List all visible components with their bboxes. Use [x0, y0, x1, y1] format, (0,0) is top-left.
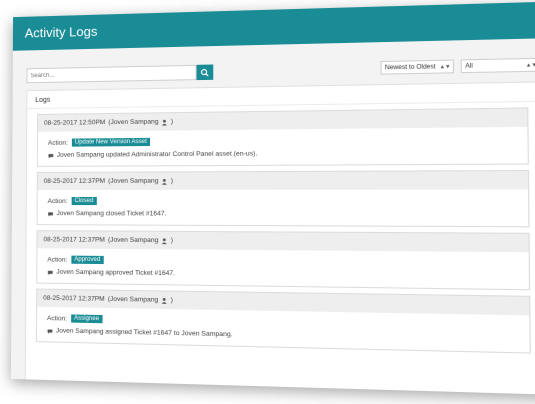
log-datetime: 08-25-2017 12:50PM [44, 119, 106, 127]
comment-icon [48, 211, 53, 217]
log-entry: 08-25-2017 12:37PM (Joven Sampang ) Acti… [35, 288, 531, 354]
log-description: Joven Sampang updated Administrator Cont… [56, 150, 258, 159]
description-line: Joven Sampang approved Ticket #1647. [47, 269, 519, 282]
user-icon [162, 237, 167, 244]
log-entry-header: 08-25-2017 12:37PM (Joven Sampang ) [37, 171, 529, 190]
action-badge: Approved [71, 255, 104, 265]
search-input[interactable] [26, 64, 197, 84]
log-user: (Joven Sampang [107, 295, 159, 304]
log-datetime: 08-25-2017 12:37PM [43, 236, 105, 244]
action-line: Action: Update New Version Asset [47, 134, 518, 147]
sort-select-value: Newest to Oldest [384, 64, 436, 72]
comment-icon [47, 328, 53, 334]
log-user-close: ) [170, 296, 173, 304]
sort-select[interactable]: Newest to Oldest ▲▼ [380, 59, 455, 75]
type-select-arrow-icon: ▲▼ [525, 62, 535, 69]
action-badge: Closed [71, 197, 97, 206]
logs-panel: Logs 08-25-2017 12:50PM (Joven Sampang )… [24, 81, 535, 395]
page-header: Activity Logs [12, 1, 535, 51]
action-label: Action: [47, 255, 68, 264]
log-datetime: 08-25-2017 12:37PM [43, 177, 106, 185]
action-line: Action: Closed [48, 197, 519, 206]
sort-select-arrow-icon: ▲▼ [439, 63, 451, 71]
user-icon [162, 178, 168, 185]
activity-logs-card: Activity Logs Newest to Oldest ▲▼ All ▲▼ [10, 1, 535, 395]
user-icon [161, 297, 167, 304]
log-entry-body: Action: Closed Joven Sampang closed Tick… [38, 189, 529, 226]
log-description: Joven Sampang assigned Ticket #1647 to J… [55, 327, 233, 339]
log-user-close: ) [170, 177, 174, 185]
action-label: Action: [47, 314, 68, 323]
action-line: Action: Approved [47, 255, 519, 268]
log-user: (Joven Sampang [107, 236, 159, 245]
log-entry-body: Action: Approved Joven Sampang approved … [37, 248, 529, 289]
comment-icon [48, 152, 53, 158]
log-entry-body: Action: Assignee Joven Sampang assigned … [37, 307, 530, 353]
search-button[interactable] [196, 64, 214, 81]
log-user: (Joven Sampang [108, 177, 159, 185]
log-entry: 08-25-2017 12:50PM (Joven Sampang ) Acti… [36, 107, 529, 167]
log-entry: 08-25-2017 12:37PM (Joven Sampang ) Acti… [36, 230, 531, 291]
search-group [26, 64, 214, 84]
comment-icon [47, 270, 53, 275]
action-label: Action: [47, 197, 68, 205]
action-badge: Assignee [71, 314, 103, 324]
log-user: (Joven Sampang [108, 118, 159, 127]
log-description: Joven Sampang closed Ticket #1647. [56, 210, 167, 218]
log-user-close: ) [170, 118, 174, 126]
action-label: Action: [47, 139, 68, 147]
log-entry-body: Action: Update New Version Asset Joven S… [38, 127, 528, 166]
description-line: Joven Sampang closed Ticket #1647. [48, 210, 520, 219]
description-line: Joven Sampang updated Administrator Cont… [48, 148, 519, 159]
page-title: Activity Logs [24, 23, 98, 41]
log-entry: 08-25-2017 12:37PM (Joven Sampang ) Acti… [36, 169, 530, 228]
type-select[interactable]: All ▲▼ [460, 57, 535, 74]
user-icon [162, 119, 168, 126]
log-datetime: 08-25-2017 12:37PM [43, 294, 105, 303]
search-icon [201, 68, 209, 76]
log-description: Joven Sampang approved Ticket #1647. [56, 268, 175, 278]
log-user-close: ) [170, 237, 173, 245]
screenshot-stage: Activity Logs Newest to Oldest ▲▼ All ▲▼ [0, 0, 535, 404]
action-badge: Update New Version Asset [71, 137, 150, 147]
type-select-value: All [465, 63, 473, 70]
